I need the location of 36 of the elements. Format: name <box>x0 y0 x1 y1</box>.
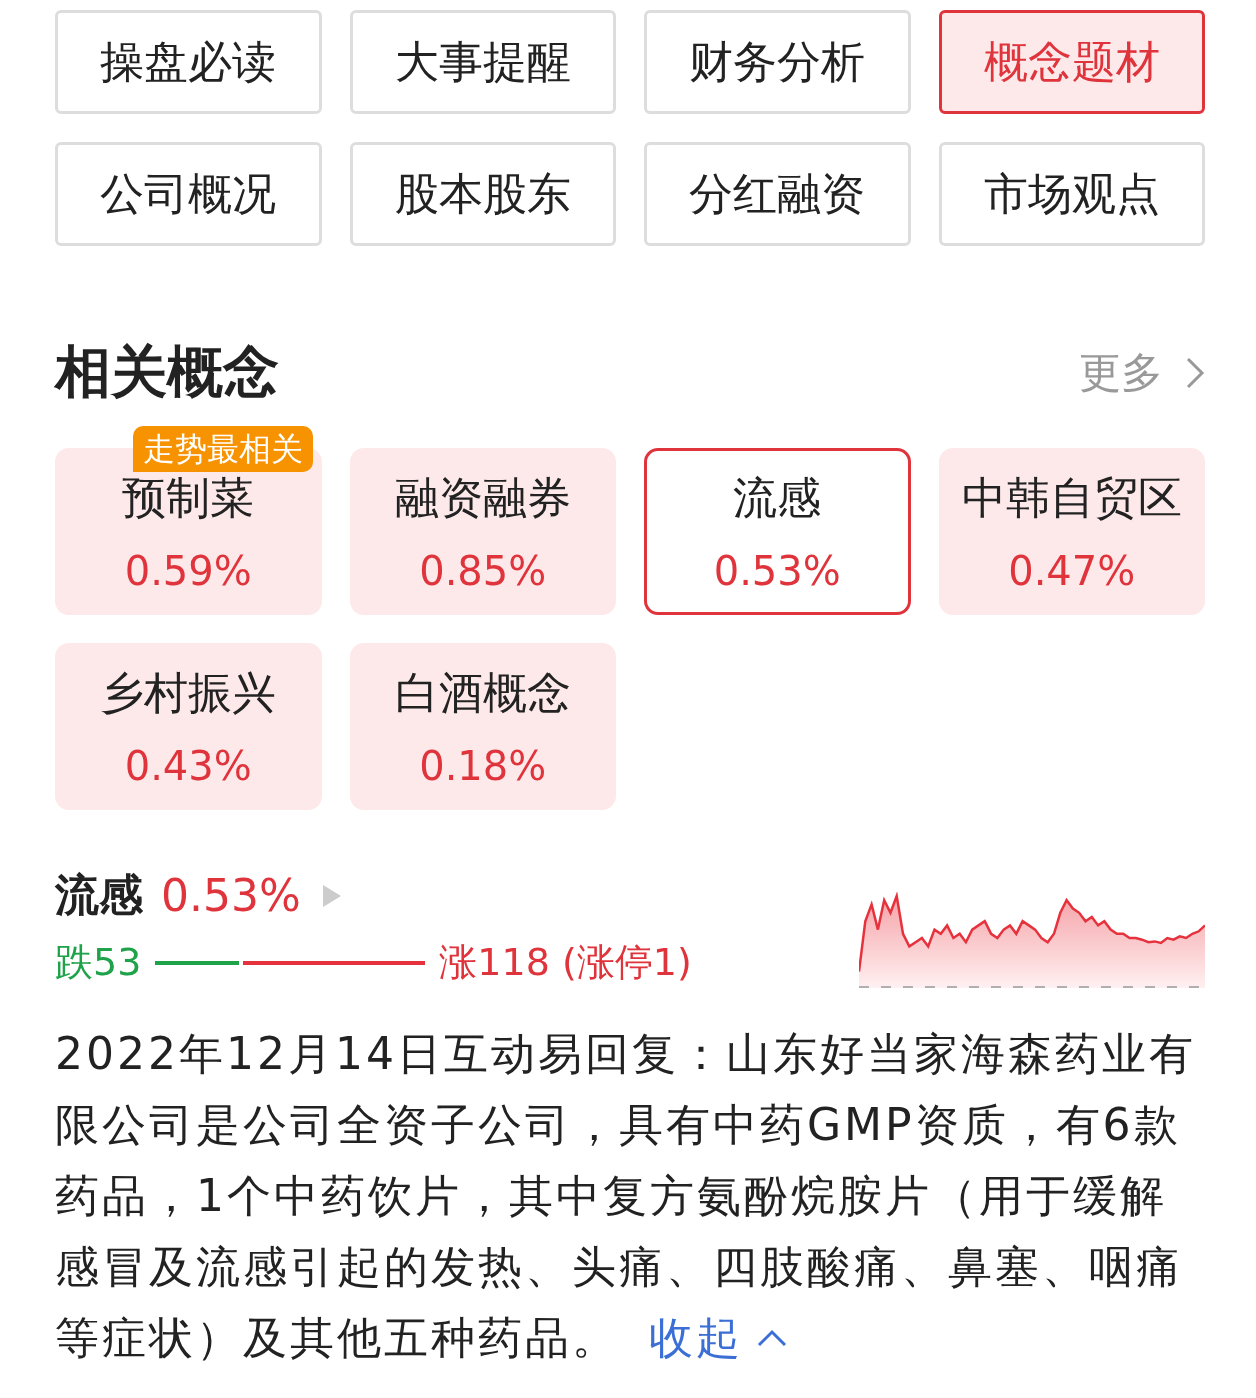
concept-change: 0.53% <box>713 548 841 594</box>
concept-change: 0.18% <box>419 743 547 789</box>
concept-change: 0.53% <box>161 870 301 921</box>
concept-card[interactable]: 乡村振兴 0.43% <box>55 643 322 810</box>
concept-change: 0.43% <box>124 743 252 789</box>
badge: 走势最相关 <box>133 426 313 472</box>
concept-card[interactable]: 白酒概念 0.18% <box>349 643 616 810</box>
concept-name: 融资融券 <box>394 471 571 525</box>
concept-change: 0.47% <box>1008 548 1136 594</box>
tab[interactable]: 股本股东 <box>349 142 616 246</box>
concept-card[interactable]: 流感 0.53% <box>644 448 911 615</box>
concept-name: 预制菜 <box>122 471 255 525</box>
concept-name: 流感 <box>733 471 822 525</box>
tab[interactable]: 概念题材 <box>938 10 1205 114</box>
chevron-right-icon <box>1185 356 1205 390</box>
section-title: 相关概念 <box>55 338 279 406</box>
concept-name: 中韩自贸区 <box>961 471 1182 525</box>
chevron-up-icon <box>757 1328 787 1347</box>
tab[interactable]: 市场观点 <box>938 142 1205 246</box>
concept-change: 0.85% <box>419 548 547 594</box>
tab[interactable]: 财务分析 <box>644 10 911 114</box>
tab[interactable]: 分红融资 <box>644 142 911 246</box>
concept-name: 乡村振兴 <box>100 666 277 720</box>
concept-description: 2022年12月14日互动易回复：山东好当家海森药业有限公司是公司全资子公司，具有中药GMP资质，有6款药品，1个中药饮片，其中复方氨酚烷胺片（用于缓解感冒及流感引起的发热、头痛、四肢酸痛、鼻塞、咽痛等症状）及其他五种药品。 收起 <box>55 1018 1205 1373</box>
collapse-link[interactable]: 收起 <box>649 1302 787 1373</box>
concept-title: 流感 <box>55 868 143 922</box>
concept-change: 0.59% <box>124 548 252 594</box>
tab[interactable]: 公司概况 <box>55 142 322 246</box>
rise-count: 涨118 (涨停1) <box>439 939 692 986</box>
concept-card[interactable]: 中韩自贸区 0.47% <box>938 448 1205 615</box>
play-icon[interactable] <box>322 884 341 907</box>
fall-count: 跌53 <box>55 939 142 986</box>
tab[interactable]: 操盘必读 <box>55 10 322 114</box>
concept-card[interactable]: 融资融券 0.85% <box>349 448 616 615</box>
concept-name: 白酒概念 <box>394 666 571 720</box>
tab[interactable]: 大事提醒 <box>349 10 616 114</box>
